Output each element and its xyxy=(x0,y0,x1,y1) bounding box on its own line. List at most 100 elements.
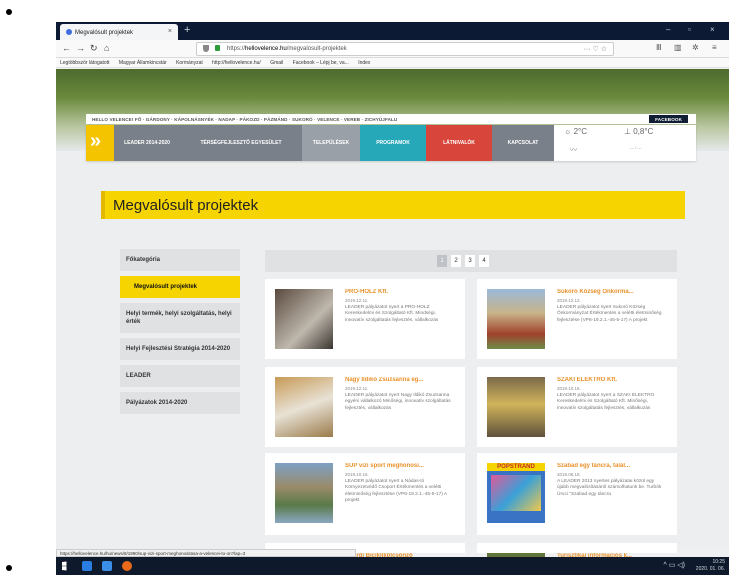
reload-icon[interactable]: ↻ xyxy=(90,43,98,54)
favicon-icon xyxy=(66,29,72,35)
extension-icon[interactable]: ✲ xyxy=(692,43,699,52)
facebook-link[interactable]: FACEBOOK xyxy=(649,115,688,123)
explorer-icon[interactable] xyxy=(82,561,92,571)
project-title[interactable]: Nagy Ildikó Zsuzsanna eg... xyxy=(345,377,460,383)
project-title[interactable]: Szabad egy táncra, talál... xyxy=(557,463,672,469)
list-bullet xyxy=(6,9,12,15)
sidebar-icon[interactable]: ▥ xyxy=(674,43,682,52)
sidebar-item-palyazatok[interactable]: Pályázatok 2014-2020 xyxy=(120,392,240,414)
project-image xyxy=(275,377,333,437)
bookmark-item[interactable]: Gmail xyxy=(270,60,283,66)
bookmark-item[interactable]: Kormányzat xyxy=(176,60,203,66)
water-icon: ⊥ xyxy=(624,127,631,136)
project-image xyxy=(275,463,333,523)
menu-item-kapcsolat[interactable]: KAPCSOLAT xyxy=(492,125,554,161)
menu-item-telepulesek[interactable]: TELEPÜLÉSEK xyxy=(302,125,360,161)
wind-icon: 〰 xyxy=(570,147,577,154)
library-icon[interactable]: Ⅲ xyxy=(656,43,662,52)
url-host: hellovelence.hu xyxy=(245,46,287,52)
forward-icon[interactable]: → xyxy=(76,43,85,53)
project-card[interactable]: SUP vízi sport meghonosí... 2019.10.16. … xyxy=(265,453,465,535)
maximize-button[interactable]: ▫ xyxy=(688,25,691,34)
menu-item-programok[interactable]: PROGRAMOK xyxy=(360,125,426,161)
close-window-button[interactable]: × xyxy=(710,25,715,34)
sidebar-item-fokategoria[interactable]: Főkategória xyxy=(120,249,240,271)
chevron-logo-icon[interactable]: » xyxy=(86,125,114,161)
project-card[interactable]: SZAKI ELEKTRO Kft. 2019.10.16. LEADER pá… xyxy=(477,367,677,447)
project-card[interactable]: Turisztikai információs k... 2019.01.29. xyxy=(477,543,677,567)
pagination: 1 2 3 4 xyxy=(265,250,677,272)
tray-icons[interactable]: ^ ▭ ◁) xyxy=(663,561,685,569)
page-link-4[interactable]: 4 xyxy=(479,255,489,267)
status-url: https://hellovelence.hu/hu/news/8/1990/s… xyxy=(56,549,356,557)
web-page: HELLO VELENCE! FŐ · GÁRDONY · KÁPOLNÁSNY… xyxy=(56,69,729,567)
minimize-button[interactable]: – xyxy=(666,25,670,34)
browser-screenshot: Megvalósult projektek × + – ▫ × ← → ↻ ⌂ … xyxy=(56,22,729,575)
project-date: 2019.08.18. xyxy=(557,472,581,477)
firefox-icon[interactable] xyxy=(122,561,132,571)
project-date: 2019.12.11. xyxy=(345,298,369,303)
project-date: 2019.12.11. xyxy=(345,386,369,391)
bookmark-item[interactable]: Legtöbbször látogatott xyxy=(60,60,109,66)
sidebar-item-helyi-termek[interactable]: Helyi termék, helyi szolgáltatás, helyi … xyxy=(120,303,240,333)
new-tab-button[interactable]: + xyxy=(184,24,190,36)
poster-text: POPSTRAND xyxy=(487,463,545,471)
menu-item-latnivalok[interactable]: LÁTNIVALÓK xyxy=(426,125,492,161)
close-tab-icon[interactable]: × xyxy=(168,28,172,35)
project-card[interactable]: Nagy Ildikó Zsuzsanna eg... 2019.12.11. … xyxy=(265,367,465,447)
sidebar-item-leader[interactable]: LEADER xyxy=(120,365,240,387)
weather-temp-2: ⊥ 0,8°C xyxy=(624,127,653,136)
browser-tab[interactable]: Megvalósult projektek × xyxy=(60,24,178,40)
bookmarks-bar: Legtöbbször látogatott Magyar Államkincs… xyxy=(56,58,729,68)
bookmark-item[interactable]: http://hellovelence.hu/ xyxy=(212,60,261,66)
project-image xyxy=(275,289,333,349)
windows-start-icon[interactable] xyxy=(62,561,67,571)
taskbar: 10:25 2020. 01. 06. ^ ▭ ◁) xyxy=(56,557,729,575)
project-desc: LEADER pályázatot nyert a PRO-HOLZ Keres… xyxy=(345,305,439,323)
project-card[interactable]: POPSTRAND Szabad egy táncra, talál... 20… xyxy=(477,453,677,535)
project-desc: LEADER pályázatot nyert Sukoró Község Ön… xyxy=(557,305,662,323)
weather-temp-1-value: 2°C xyxy=(573,127,588,136)
project-title[interactable]: PRO-HOLZ Kft. xyxy=(345,289,460,295)
bookmark-item[interactable]: Magyar Államkincstár xyxy=(119,60,167,66)
url-actions[interactable]: ··· ♡ ☆ xyxy=(584,45,607,53)
sidebar-item-megvalosult[interactable]: Megvalósult projektek xyxy=(120,276,240,298)
sun-icon: ☼ xyxy=(564,127,572,136)
page-title: Megvalósult projektek xyxy=(101,191,685,219)
url-bar[interactable]: https://hellovelence.hu/megvalosult-proj… xyxy=(196,42,614,56)
project-image: POPSTRAND xyxy=(487,463,545,523)
bookmark-item[interactable]: Facebook – Lépj be, va... xyxy=(293,60,349,66)
page-link-1[interactable]: 1 xyxy=(437,255,447,267)
project-desc: LEADER pályázatot nyert a SZAKI ELEKTRO … xyxy=(557,393,655,411)
project-card[interactable]: PRO-HOLZ Kft. 2019.12.11. LEADER pályáza… xyxy=(265,279,465,359)
page-link-2[interactable]: 2 xyxy=(451,255,461,267)
project-title[interactable]: Sukoró Község Önkormá... xyxy=(557,289,672,295)
page-link-3[interactable]: 3 xyxy=(465,255,475,267)
url-path: /megvalosult-projektek xyxy=(286,46,347,52)
system-tray[interactable]: 10:25 2020. 01. 06. xyxy=(696,559,725,573)
project-image xyxy=(487,377,545,437)
category-sidebar: Főkategória Megvalósult projektek Helyi … xyxy=(120,249,240,419)
menu-item-egyesulet[interactable]: TÉRSÉGFEJLESZTŐ EGYESÜLET xyxy=(180,125,302,161)
menu-item-leader[interactable]: LEADER 2014-2020 xyxy=(114,125,180,161)
towns-nav-label[interactable]: HELLO VELENCE! FŐ · GÁRDONY · KÁPOLNÁSNY… xyxy=(92,117,397,122)
sidebar-item-fejlesztesi-strategia[interactable]: Helyi Fejlesztési Stratégia 2014-2020 xyxy=(120,338,240,360)
project-date: 2019.12.12. xyxy=(557,298,581,303)
weather-temp-1: ☼ 2°C xyxy=(564,127,587,136)
project-date: 2019.10.16. xyxy=(557,386,581,391)
bookmark-item[interactable]: Index xyxy=(358,60,370,66)
back-icon[interactable]: ← xyxy=(62,43,71,53)
towns-nav[interactable]: HELLO VELENCE! FŐ · GÁRDONY · KÁPOLNÁSNY… xyxy=(86,114,696,124)
project-card[interactable]: Sukoró Község Önkormá... 2019.12.12. LEA… xyxy=(477,279,677,359)
mail-icon[interactable] xyxy=(102,561,112,571)
tab-bar: Megvalósult projektek × + – ▫ × xyxy=(56,22,729,40)
main-menu: » LEADER 2014-2020 TÉRSÉGFEJLESZTŐ EGYES… xyxy=(86,125,696,161)
shield-icon xyxy=(203,45,209,52)
menu-icon[interactable]: ≡ xyxy=(712,43,717,52)
project-image xyxy=(487,289,545,349)
project-title[interactable]: SZAKI ELEKTRO Kft. xyxy=(557,377,672,383)
home-icon[interactable]: ⌂ xyxy=(104,43,109,53)
tab-title: Megvalósult projektek xyxy=(75,30,134,36)
clock-date: 2020. 01. 06. xyxy=(695,566,725,572)
project-title[interactable]: SUP vízi sport meghonosí... xyxy=(345,463,460,469)
